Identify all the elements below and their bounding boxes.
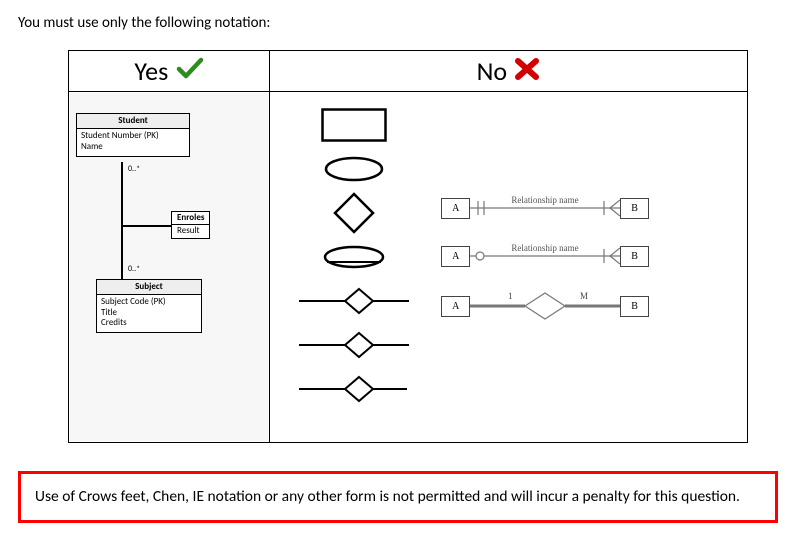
svg-text:M: M: [580, 291, 588, 301]
shape-ellipse: [299, 147, 409, 191]
entity-a-2: A: [441, 246, 470, 267]
shape-diamond: [299, 191, 409, 235]
shape-line-diamond-1: [299, 279, 409, 323]
forbidden-notations: A Relationship name B A: [441, 193, 649, 341]
class-student: Student Student Number (PK) Name: [76, 113, 190, 157]
assoc-attr: Result: [172, 225, 209, 237]
mult-top: 0..*: [128, 165, 140, 174]
header-yes-cell: Yes: [69, 51, 270, 92]
header-no-cell: No: [270, 51, 748, 92]
crowsfoot-row-1: A Relationship name B: [441, 193, 649, 223]
uml-example: Student Student Number (PK) Name 0..* 0.…: [70, 93, 268, 441]
header-no-label: No: [477, 55, 508, 87]
class-student-title: Student: [77, 114, 189, 129]
shape-line-diamond-hook: [299, 367, 409, 411]
entity-b-1: B: [620, 198, 649, 219]
no-body-cell: A Relationship name B A: [270, 92, 748, 443]
entity-b-2: B: [620, 246, 649, 267]
svg-text:1: 1: [508, 291, 513, 301]
chen-row: A 1 M B: [441, 289, 649, 323]
association-class: Enroles Result: [171, 211, 210, 239]
svg-text:Relationship name: Relationship name: [512, 195, 579, 205]
yes-body-cell: Student Student Number (PK) Name 0..* 0.…: [69, 92, 270, 443]
warning-box: Use of Crows feet, Chen, IE notation or …: [18, 471, 778, 523]
svg-text:Relationship name: Relationship name: [512, 243, 579, 253]
entity-a-1: A: [441, 198, 470, 219]
mult-bot: 0..*: [128, 265, 140, 274]
class-subject: Subject Subject Code (PK) Title Credits: [96, 279, 202, 333]
shape-weak-entity: [299, 235, 409, 279]
class-student-attr-1: Name: [81, 142, 185, 152]
warning-text: Use of Crows feet, Chen, IE notation or …: [35, 487, 740, 506]
instruction-text: You must use only the following notation…: [18, 14, 784, 32]
cross-icon: [514, 57, 540, 86]
check-icon: [176, 57, 204, 86]
crowsfoot-row-2: A Relationship name B: [441, 241, 649, 271]
assoc-name: Enroles: [172, 212, 209, 225]
entity-a-3: A: [441, 296, 470, 317]
entity-b-3: B: [620, 296, 649, 317]
class-subject-attr-2: Credits: [101, 318, 197, 328]
shape-line-diamond-arrow: [299, 323, 409, 367]
class-subject-title: Subject: [97, 280, 201, 295]
header-yes-label: Yes: [134, 55, 168, 87]
notation-table: Yes No Student Student Number (PK): [68, 50, 748, 443]
shape-rectangle: [299, 103, 409, 147]
forbidden-shapes: [299, 103, 409, 411]
